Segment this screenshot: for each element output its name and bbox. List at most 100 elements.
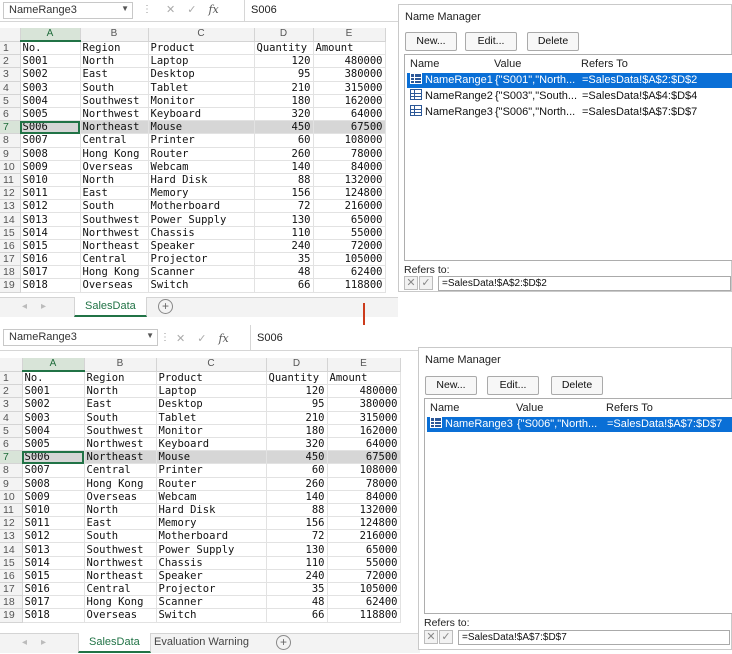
cell-d[interactable]: 48 xyxy=(254,265,314,280)
cell-e[interactable]: 315000 xyxy=(313,81,386,95)
column-header-a[interactable]: A xyxy=(22,358,85,373)
cell-e[interactable]: 105000 xyxy=(327,582,401,597)
cell-d[interactable]: 66 xyxy=(266,608,328,623)
row-header[interactable]: 7 xyxy=(0,120,21,135)
cell-c[interactable]: Speaker xyxy=(156,569,267,584)
cell-b[interactable]: East xyxy=(80,67,149,82)
cell-e[interactable]: 315000 xyxy=(327,411,401,425)
cell-b[interactable]: Northeast xyxy=(80,120,149,135)
cell-a[interactable]: S010 xyxy=(20,173,81,188)
cancel-icon[interactable]: ✕ xyxy=(404,276,418,290)
cell-c[interactable]: Projector xyxy=(156,582,267,597)
cell-e[interactable]: 108000 xyxy=(327,463,401,478)
cell-e[interactable]: Amount xyxy=(313,41,386,56)
cell-c[interactable]: Monitor xyxy=(156,424,267,438)
cell-e[interactable]: 84000 xyxy=(313,160,386,174)
cell-d[interactable]: 156 xyxy=(266,516,328,531)
cell-d[interactable]: Quantity xyxy=(266,371,328,386)
row-header[interactable]: 15 xyxy=(0,226,21,240)
cell-d[interactable]: 48 xyxy=(266,595,328,610)
cell-d[interactable]: 110 xyxy=(254,226,314,240)
cell-a[interactable]: S005 xyxy=(20,107,81,122)
row-header[interactable]: 2 xyxy=(0,384,23,399)
cell-c[interactable]: Hard Disk xyxy=(156,503,267,518)
cell-c[interactable]: Product xyxy=(156,371,267,386)
row-header[interactable]: 13 xyxy=(0,199,21,214)
cell-a[interactable]: S008 xyxy=(22,477,85,491)
row-header[interactable]: 9 xyxy=(0,477,23,491)
name-box[interactable]: NameRange3 ▼ xyxy=(3,2,133,19)
row-header[interactable]: 9 xyxy=(0,147,21,161)
splitter-icon[interactable]: ⋮ xyxy=(142,4,152,15)
cell-e[interactable]: 72000 xyxy=(327,569,401,584)
cancel-icon[interactable]: ✕ xyxy=(166,3,175,16)
cell-c[interactable]: Motherboard xyxy=(148,199,255,214)
cell-a[interactable]: S015 xyxy=(22,569,85,584)
row-header[interactable]: 5 xyxy=(0,94,21,108)
row-header[interactable]: 16 xyxy=(0,239,21,254)
cell-d[interactable]: 95 xyxy=(254,67,314,82)
row-header[interactable]: 15 xyxy=(0,556,23,570)
cell-c[interactable]: Webcam xyxy=(148,160,255,174)
cell-a[interactable]: S001 xyxy=(20,54,81,69)
select-all-corner[interactable] xyxy=(0,28,21,42)
add-sheet-icon[interactable]: + xyxy=(158,299,173,314)
row-header[interactable]: 5 xyxy=(0,424,23,438)
cell-a[interactable]: S017 xyxy=(20,265,81,280)
cell-b[interactable]: Southwest xyxy=(80,212,149,227)
cell-a[interactable]: S014 xyxy=(20,226,81,240)
cell-c[interactable]: Monitor xyxy=(148,94,255,108)
column-header-b[interactable]: B xyxy=(84,358,157,372)
cell-a[interactable]: S003 xyxy=(20,81,81,95)
worksheet-grid[interactable]: A B C D E 1 No. Region Product Quantity Amount 2 S00… xyxy=(0,358,401,623)
cell-e[interactable]: 62400 xyxy=(327,595,401,610)
cell-d[interactable]: 110 xyxy=(266,556,328,570)
cell-b[interactable]: North xyxy=(80,173,149,188)
cell-a[interactable]: S004 xyxy=(20,94,81,108)
tab-salesdata[interactable]: SalesData xyxy=(74,297,147,317)
cell-a[interactable]: S001 xyxy=(22,384,85,399)
name-row[interactable]: NameRange3 {"S006","North... =SalesData!… xyxy=(427,417,732,432)
cell-b[interactable]: Southwest xyxy=(80,94,149,108)
row-header[interactable]: 17 xyxy=(0,252,21,267)
cell-a[interactable]: S004 xyxy=(22,424,85,438)
cell-d[interactable]: 60 xyxy=(254,133,314,148)
cell-d[interactable]: 72 xyxy=(266,529,328,544)
cell-b[interactable]: Southwest xyxy=(84,424,157,438)
cell-d[interactable]: 120 xyxy=(266,384,328,399)
cell-c[interactable]: Switch xyxy=(148,278,255,293)
cell-e[interactable]: Amount xyxy=(327,371,401,386)
cell-b[interactable]: South xyxy=(84,529,157,544)
cell-d[interactable]: 140 xyxy=(254,160,314,174)
cell-b[interactable]: Region xyxy=(84,371,157,386)
names-list[interactable]: Name Value Refers To NameRange3 {"S006",… xyxy=(424,398,732,614)
cell-a[interactable]: S011 xyxy=(22,516,85,531)
cell-c[interactable]: Chassis xyxy=(148,226,255,240)
cell-e[interactable]: 162000 xyxy=(327,424,401,438)
cell-b[interactable]: North xyxy=(84,384,157,399)
row-header[interactable]: 12 xyxy=(0,186,21,201)
row-header[interactable]: 14 xyxy=(0,542,23,557)
cell-e[interactable]: 132000 xyxy=(313,173,386,188)
cell-d[interactable]: 320 xyxy=(254,107,314,122)
cell-a[interactable]: S014 xyxy=(22,556,85,570)
sheet-nav-arrows-icon[interactable]: ◂▸ xyxy=(22,301,60,312)
row-header[interactable]: 14 xyxy=(0,212,21,227)
cell-b[interactable]: South xyxy=(80,81,149,95)
cell-a[interactable]: S008 xyxy=(20,147,81,161)
cell-a[interactable]: S002 xyxy=(20,67,81,82)
cell-a[interactable]: S012 xyxy=(22,529,85,544)
cell-e[interactable]: 108000 xyxy=(313,133,386,148)
cell-a[interactable]: S015 xyxy=(20,239,81,254)
worksheet-grid[interactable]: A B C D E 1 No. Region Product Quantity Amount 2 S00… xyxy=(0,28,386,293)
cell-a[interactable]: S005 xyxy=(22,437,85,452)
cell-d[interactable]: 88 xyxy=(254,173,314,188)
row-header[interactable]: 4 xyxy=(0,411,23,425)
cell-d[interactable]: 180 xyxy=(266,424,328,438)
cell-c[interactable]: Desktop xyxy=(148,67,255,82)
column-header-d[interactable]: D xyxy=(266,358,328,372)
row-header[interactable]: 10 xyxy=(0,160,21,174)
name-row[interactable]: NameRange2 {"S003","South... =SalesData!… xyxy=(407,89,732,104)
cell-b[interactable]: Hong Kong xyxy=(80,265,149,280)
edit-button[interactable]: Edit... xyxy=(465,32,517,51)
